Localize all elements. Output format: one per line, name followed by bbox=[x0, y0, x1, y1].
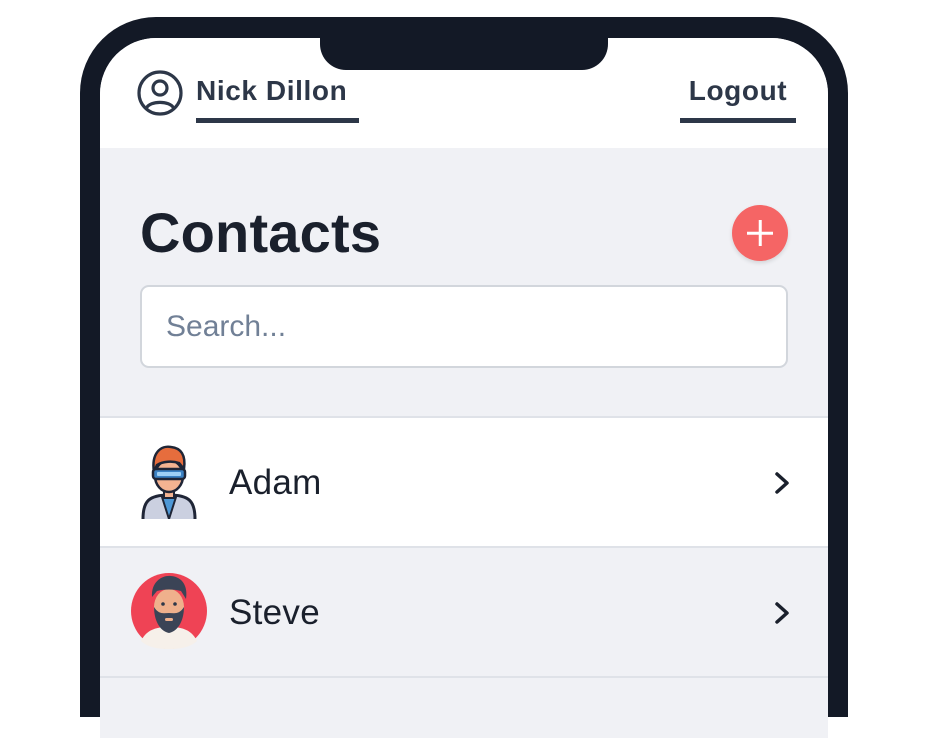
user-circle-icon bbox=[137, 70, 183, 116]
chevron-right-icon bbox=[775, 602, 789, 624]
bearded-man-avatar-icon bbox=[131, 573, 207, 649]
contact-list: Adam Steve bbox=[100, 416, 828, 678]
chevron-right-icon bbox=[775, 472, 789, 494]
search-input[interactable] bbox=[140, 285, 788, 368]
user-name[interactable]: Nick Dillon bbox=[196, 75, 347, 107]
user-name-underline bbox=[196, 118, 359, 123]
phone-notch bbox=[320, 38, 608, 70]
contact-row-steve[interactable]: Steve bbox=[100, 548, 828, 678]
contact-row-adam[interactable]: Adam bbox=[100, 418, 828, 548]
user-profile-link[interactable]: Nick Dillon bbox=[136, 69, 347, 117]
contact-name: Steve bbox=[229, 593, 320, 632]
vr-headset-avatar-icon bbox=[141, 445, 197, 519]
logout-link[interactable]: Logout bbox=[680, 75, 796, 107]
app-screen: Nick Dillon Logout Contacts Search... Ad… bbox=[100, 38, 828, 738]
phone-frame: Nick Dillon Logout Contacts Search... Ad… bbox=[80, 17, 848, 738]
add-contact-button[interactable] bbox=[732, 205, 788, 261]
page-title: Contacts bbox=[140, 201, 382, 264]
logout-underline bbox=[680, 118, 796, 123]
contact-name: Adam bbox=[229, 463, 322, 502]
